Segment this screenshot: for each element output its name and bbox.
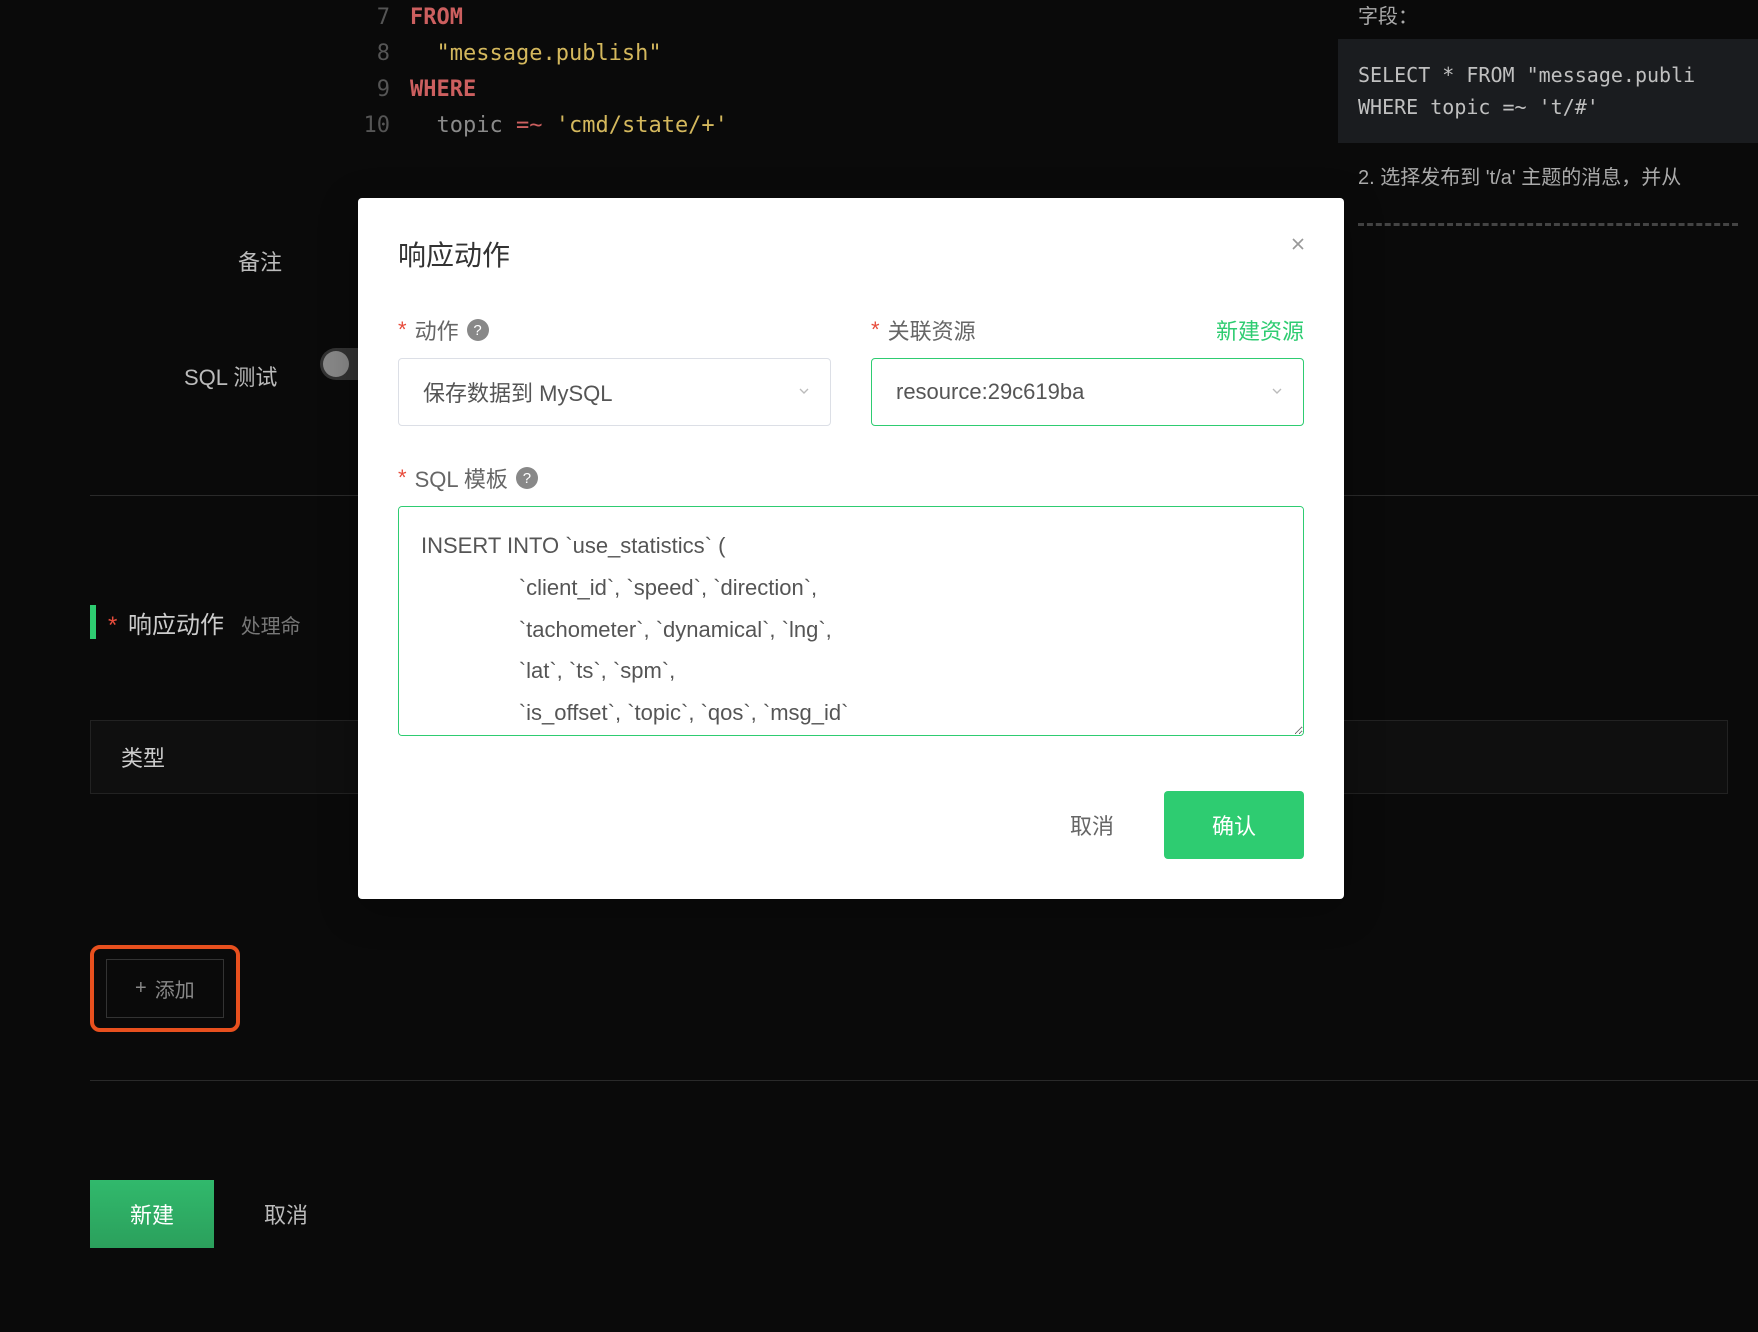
response-action-section-title: * 响应动作 处理命	[108, 605, 301, 640]
action-select-value: 保存数据到 MySQL	[423, 376, 612, 408]
chevron-down-icon	[1269, 379, 1285, 405]
remark-label: 备注	[238, 245, 282, 277]
code-content: topic =~ 'cmd/state/+'	[410, 108, 728, 144]
resource-select-value: resource:29c619ba	[896, 379, 1084, 405]
line-num: 9	[350, 72, 410, 108]
modal-confirm-button[interactable]: 确认	[1164, 791, 1304, 859]
plus-icon: +	[135, 977, 147, 1000]
code-content: FROM	[410, 0, 463, 36]
response-action-modal: 响应动作 * 动作 ? 保存数据到 MySQL * 关联资源	[358, 198, 1344, 899]
add-button-highlight: + 添加	[90, 945, 240, 1032]
sql-template-label-text: SQL 模板	[415, 462, 508, 494]
required-star: *	[398, 317, 407, 343]
section-subtitle: 处理命	[241, 616, 301, 638]
dashed-divider	[1358, 223, 1738, 226]
add-action-button[interactable]: + 添加	[106, 959, 224, 1018]
sql-template-field-label: * SQL 模板 ?	[398, 462, 1304, 494]
line-num: 10	[350, 108, 410, 144]
chevron-down-icon	[796, 379, 812, 405]
resource-label-text: 关联资源	[888, 314, 976, 346]
required-star: *	[398, 465, 407, 491]
section-indicator	[90, 605, 96, 639]
add-button-label: 添加	[155, 974, 195, 1003]
resource-field-label: * 关联资源	[871, 314, 976, 346]
sql-template-textarea[interactable]	[398, 506, 1304, 736]
help-code-block: SELECT * FROM "message.publi WHERE topic…	[1338, 39, 1758, 143]
section-title-text: 响应动作	[128, 612, 224, 639]
action-label-text: 动作	[415, 314, 459, 346]
cancel-button[interactable]: 取消	[264, 1198, 308, 1230]
help-code-line: WHERE topic =~ 't/#'	[1358, 91, 1738, 123]
divider	[90, 1080, 1758, 1081]
close-icon[interactable]	[1288, 234, 1308, 259]
code-content: "message.publish"	[410, 36, 662, 72]
create-button[interactable]: 新建	[90, 1180, 214, 1248]
new-resource-link[interactable]: 新建资源	[1216, 314, 1304, 346]
action-select[interactable]: 保存数据到 MySQL	[398, 358, 831, 426]
help-panel: 字段： SELECT * FROM "message.publi WHERE t…	[1338, 0, 1758, 236]
line-num: 7	[350, 0, 410, 36]
modal-title: 响应动作	[398, 234, 1304, 274]
action-field-label: * 动作 ?	[398, 314, 831, 346]
required-star: *	[871, 317, 880, 343]
page-footer-buttons: 新建 取消	[90, 1180, 308, 1248]
code-content: WHERE	[410, 72, 476, 108]
help-field-label: 字段：	[1338, 0, 1758, 39]
resource-select[interactable]: resource:29c619ba	[871, 358, 1304, 426]
sql-test-label: SQL 测试	[184, 360, 277, 392]
help-code-line: SELECT * FROM "message.publi	[1358, 59, 1738, 91]
required-star: *	[108, 612, 117, 639]
modal-cancel-button[interactable]: 取消	[1040, 791, 1144, 859]
modal-footer: 取消 确认	[398, 791, 1304, 859]
line-num: 8	[350, 36, 410, 72]
help-text: 2. 选择发布到 't/a' 主题的消息，并从	[1338, 143, 1758, 213]
help-icon[interactable]: ?	[467, 319, 489, 341]
help-icon[interactable]: ?	[516, 467, 538, 489]
